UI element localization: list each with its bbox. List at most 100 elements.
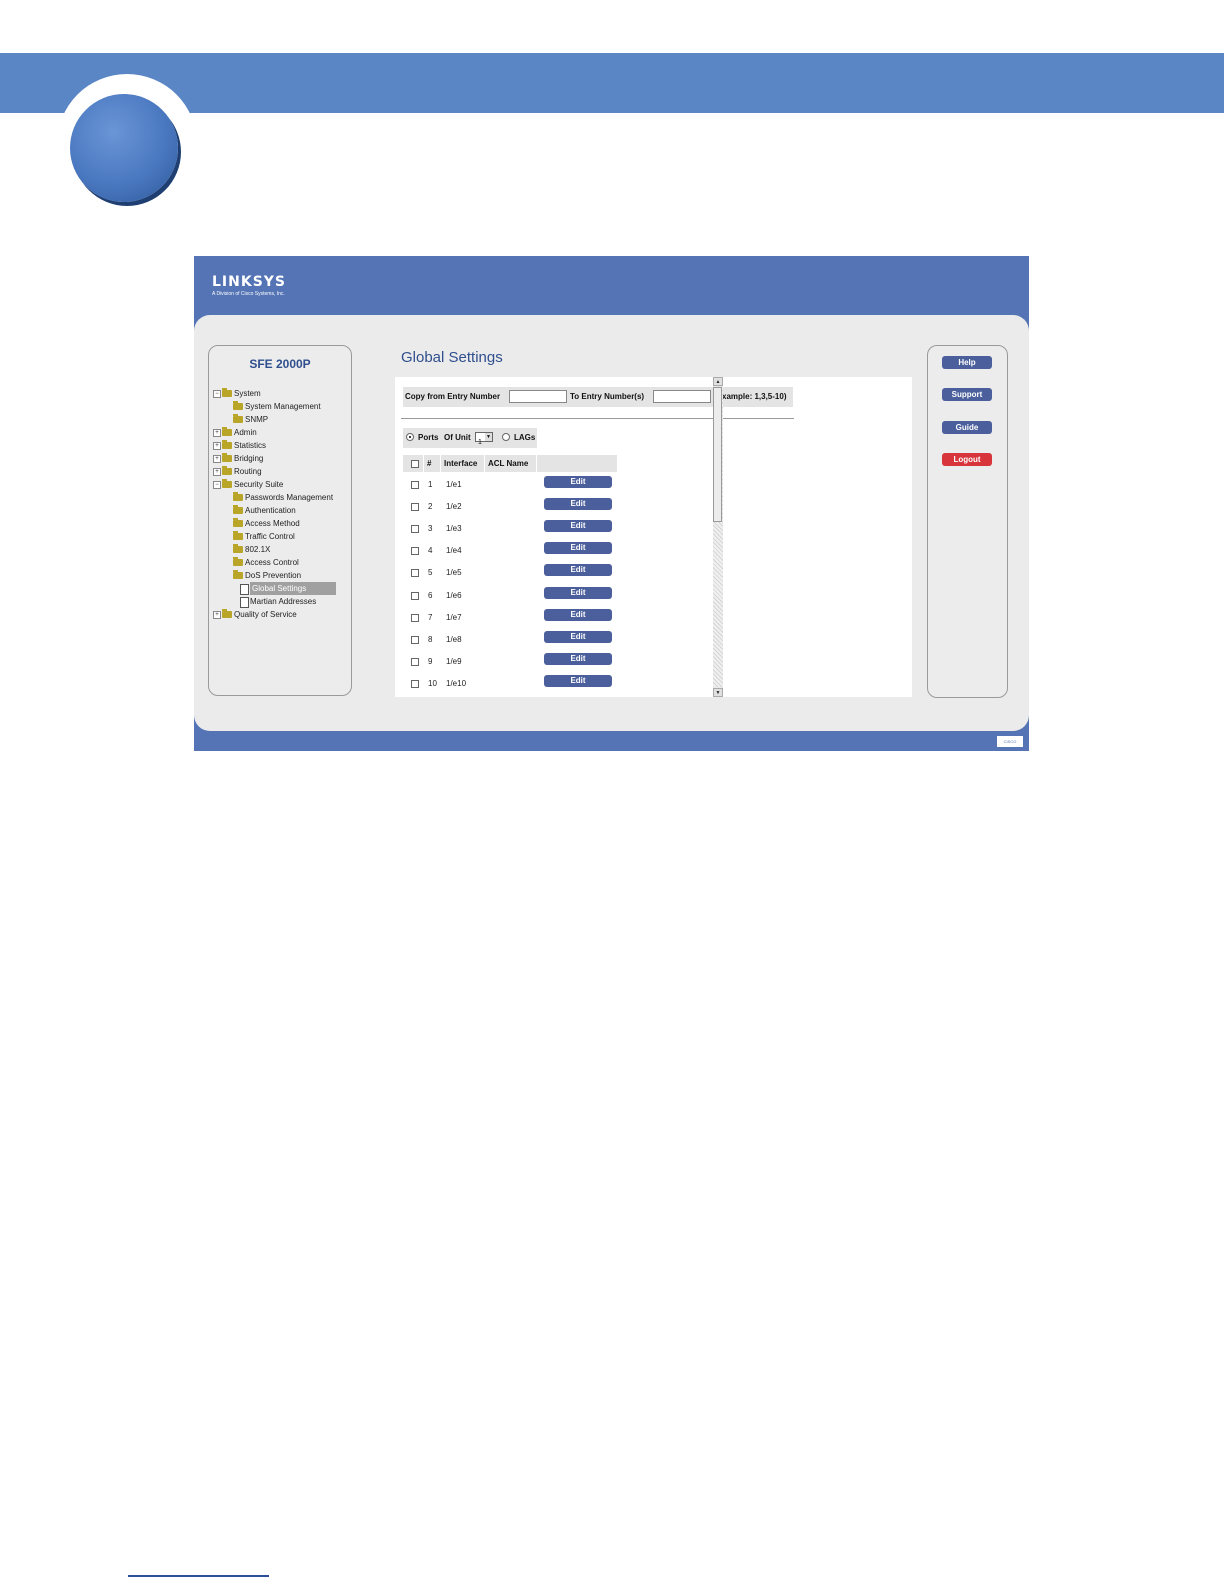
help-button[interactable]: Help [942, 356, 992, 369]
lags-label: LAGs [514, 433, 536, 442]
row-checkbox[interactable] [411, 613, 419, 622]
nav-item-security-suite[interactable]: − Security Suite [213, 478, 349, 491]
footer-rule [128, 1575, 269, 1577]
expand-icon[interactable]: + [213, 468, 221, 476]
nav-item-label: DoS Prevention [245, 571, 302, 580]
expand-icon[interactable]: + [213, 429, 221, 437]
row-number: 3 [428, 524, 433, 534]
nav-item-label: Admin [234, 428, 257, 437]
nav-item-passwords-management[interactable]: Passwords Management [213, 491, 349, 504]
nav-item-dos-prevention[interactable]: DoS Prevention [213, 569, 349, 582]
nav-item-802-1x[interactable]: 802.1X [213, 543, 349, 556]
nav-item-label: Statistics [234, 441, 267, 450]
nav-item-label: Traffic Control [245, 532, 295, 541]
row-number: 8 [428, 634, 433, 644]
row-checkbox[interactable] [411, 547, 419, 556]
nav-item-access-method[interactable]: Access Method [213, 517, 349, 530]
collapse-icon[interactable]: − [213, 481, 221, 489]
edit-button[interactable]: Edit [544, 520, 612, 533]
edit-button[interactable]: Edit [544, 476, 612, 488]
row-checkbox[interactable] [411, 657, 419, 666]
row-checkbox[interactable] [411, 635, 419, 644]
nav-item-martian-addresses[interactable]: Martian Addresses [213, 595, 349, 608]
nav-item-label: System [234, 389, 261, 398]
folder-icon [233, 557, 243, 566]
row-number: 10 [428, 678, 437, 688]
collapse-icon[interactable]: − [213, 390, 221, 398]
folder-icon [222, 609, 232, 618]
copy-entry-row: Copy from Entry Number To Entry Number(s… [403, 387, 793, 407]
table-row: 8 1/e8 Edit [403, 630, 623, 652]
row-checkbox[interactable] [411, 525, 419, 534]
edit-button[interactable]: Edit [544, 630, 612, 643]
nav-item-system[interactable]: − System [213, 387, 349, 400]
unit-select[interactable]: 1 ▼ [475, 432, 493, 446]
nav-item-admin[interactable]: + Admin [213, 426, 349, 439]
logout-button[interactable]: Logout [942, 453, 992, 466]
expand-icon[interactable]: + [213, 611, 221, 619]
row-checkbox[interactable] [411, 503, 419, 512]
support-button[interactable]: Support [942, 388, 992, 401]
table-row: 6 1/e6 Edit [403, 586, 623, 608]
nav-item-statistics[interactable]: + Statistics [213, 439, 349, 452]
nav-item-snmp[interactable]: SNMP [213, 413, 349, 426]
scroll-down-arrow-icon[interactable]: ▼ [713, 688, 723, 697]
row-interface: 1/e3 [446, 524, 462, 534]
copy-to-input[interactable] [653, 390, 711, 403]
scroll-up-arrow-icon[interactable]: ▲ [713, 377, 723, 386]
folder-icon [233, 492, 243, 501]
edit-button[interactable]: Edit [544, 586, 612, 599]
edit-button[interactable]: Edit [544, 564, 612, 577]
document-icon [240, 597, 249, 608]
row-checkbox[interactable] [411, 481, 419, 489]
nav-item-access-control[interactable]: Access Control [213, 556, 349, 569]
row-number: 2 [428, 502, 433, 512]
row-number: 5 [428, 568, 433, 578]
guide-button[interactable]: Guide [942, 421, 992, 434]
table-row: 1 1/e1 Edit [403, 475, 623, 497]
table-row: 7 1/e7 Edit [403, 608, 623, 630]
copy-from-input[interactable] [509, 390, 567, 403]
nav-item-quality-of-service[interactable]: + Quality of Service [213, 608, 349, 621]
table-row: 5 1/e5 Edit [403, 563, 623, 585]
nav-item-label: Global Settings [250, 582, 336, 595]
divider [401, 418, 794, 419]
lags-radio[interactable] [502, 433, 510, 441]
table-header: # Interface ACL Name [403, 455, 617, 472]
nav-item-system-management[interactable]: System Management [213, 400, 349, 413]
interface-type-selector: Ports Of Unit 1 ▼ LAGs [403, 428, 537, 448]
row-interface: 1/e6 [446, 590, 462, 600]
row-checkbox[interactable] [411, 591, 419, 600]
nav-item-bridging[interactable]: + Bridging [213, 452, 349, 465]
nav-item-authentication[interactable]: Authentication [213, 504, 349, 517]
row-checkbox[interactable] [411, 569, 419, 578]
table-row: 4 1/e4 Edit [403, 541, 623, 563]
edit-button[interactable]: Edit [544, 542, 612, 555]
action-panel: Help Support Guide Logout [927, 345, 1008, 698]
folder-icon [233, 570, 243, 579]
edit-button[interactable]: Edit [544, 674, 612, 687]
expand-icon[interactable]: + [213, 455, 221, 463]
edit-button[interactable]: Edit [544, 652, 612, 665]
nav-item-global-settings[interactable]: Global Settings [213, 582, 349, 595]
folder-icon [222, 440, 232, 449]
footer-bar: CISCO [194, 731, 1029, 751]
ports-label: Ports [418, 433, 439, 442]
select-all-checkbox[interactable] [411, 460, 419, 468]
chapter-badge-icon [70, 94, 178, 202]
nav-tree: − System System Management SNMP + Admin + Stati… [213, 387, 349, 621]
ports-radio[interactable] [406, 433, 414, 441]
unit-select-value: 1 [478, 439, 482, 446]
expand-icon[interactable]: + [213, 442, 221, 450]
nav-item-routing[interactable]: + Routing [213, 465, 349, 478]
row-checkbox[interactable] [411, 679, 419, 688]
vertical-scrollbar[interactable]: ▲ ▼ [713, 377, 723, 697]
nav-item-label: 802.1X [245, 545, 271, 554]
row-interface: 1/e10 [446, 678, 467, 688]
edit-button[interactable]: Edit [544, 498, 612, 511]
scrollbar-thumb[interactable] [713, 387, 722, 522]
content-frame: Copy from Entry Number To Entry Number(s… [395, 377, 912, 697]
edit-button[interactable]: Edit [544, 608, 612, 621]
nav-item-traffic-control[interactable]: Traffic Control [213, 530, 349, 543]
page-title: Global Settings [401, 349, 503, 366]
